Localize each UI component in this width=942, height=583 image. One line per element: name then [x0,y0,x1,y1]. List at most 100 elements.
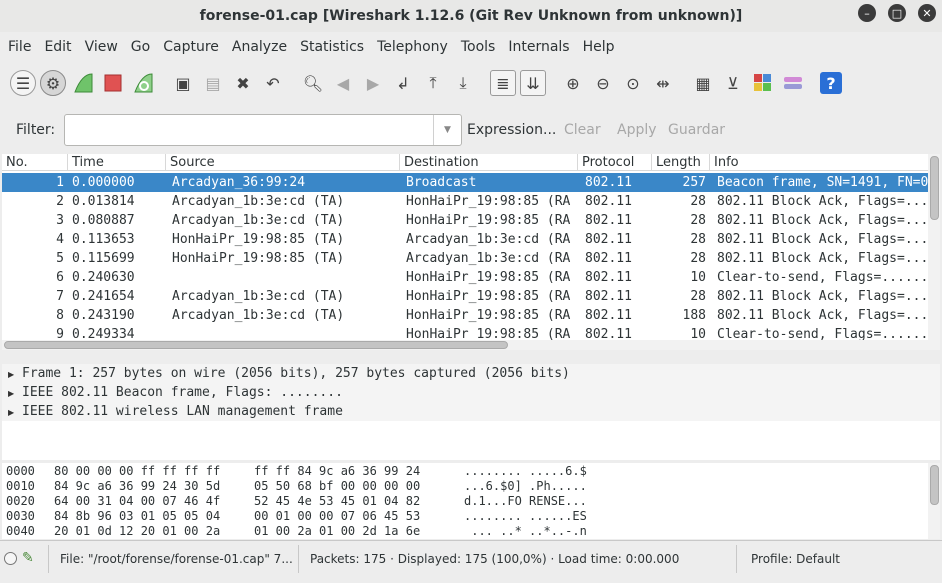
bytes-row[interactable]: 0030 84 8b 96 03 01 05 05 04 00 01 00 00 0… [2,509,940,524]
packet-row[interactable]: 8 0.243190 Arcadyan_1b:3e:cd (TA) HonHaiPr_… [2,306,930,325]
menu-internals[interactable]: Internals [508,39,569,55]
filter-combobox[interactable]: ▼ [64,114,462,146]
packet-list-hscroll[interactable] [2,340,930,350]
auto-scroll-icon[interactable]: ⇊ [520,70,546,96]
help-icon[interactable]: ? [820,72,842,94]
expression-button[interactable]: Expression... [467,122,556,138]
clear-button[interactable]: Clear [564,122,601,138]
preferences-icon[interactable] [780,70,806,96]
bytes-vscroll-thumb[interactable] [930,465,939,505]
start-capture-icon[interactable] [70,70,96,96]
go-back-icon[interactable]: ◀ [330,70,356,96]
edit-comment-icon[interactable]: ✎ [22,550,34,566]
status-bar: ✎ File: "/root/forense/forense-01.cap" 7… [0,540,942,576]
resize-columns-icon[interactable]: ⇹ [650,70,676,96]
packet-row[interactable]: 1 0.000000 Arcadyan_36:99:24 Broadcast 802.1… [2,173,930,192]
filter-bar: Filter: ▼ Expression... Clear Apply Guar… [0,112,942,148]
packet-cell-protocol: 802.11 [585,213,632,228]
menu-file[interactable]: File [8,39,31,55]
normal-size-icon[interactable]: ⊙ [620,70,646,96]
menu-telephony[interactable]: Telephony [377,39,448,55]
restart-capture-icon[interactable] [130,70,156,96]
packet-cell-source [172,268,400,287]
bytes-hex2: 05 50 68 bf 00 00 00 00 [254,479,421,493]
close-file-icon[interactable]: ✖ [230,70,256,96]
zoom-out-icon[interactable]: ⊖ [590,70,616,96]
packet-cell-info: 802.11 Block Ack, Flags=.... [717,213,930,228]
menu-go[interactable]: Go [131,39,150,55]
bytes-hex2: 52 45 4e 53 45 01 04 82 [254,494,421,508]
save-filter-button[interactable]: Guardar [668,122,725,138]
detail-row[interactable]: ▶ IEEE 802.11 wireless LAN management fra… [2,402,940,421]
expand-triangle-icon[interactable]: ▶ [8,384,22,403]
reload-icon[interactable]: ↶ [260,70,286,96]
column-time[interactable]: Time [68,154,166,171]
packet-cell-info: 802.11 Block Ack, Flags=.... [717,251,930,266]
detail-row[interactable]: ▶ Frame 1: 257 bytes on wire (2056 bits),… [2,364,940,383]
column-protocol[interactable]: Protocol [578,154,652,171]
packet-cell-protocol: 802.11 [585,270,632,285]
zoom-in-icon[interactable]: ⊕ [560,70,586,96]
expand-triangle-icon[interactable]: ▶ [8,365,22,384]
go-to-packet-icon[interactable]: ↲ [390,70,416,96]
column-no[interactable]: No. [2,154,68,171]
packet-row[interactable]: 4 0.113653 HonHaiPr_19:98:85 (TA) Arcadyan_… [2,230,930,249]
packet-details: ▶ Frame 1: 257 bytes on wire (2056 bits),… [2,364,940,460]
packet-cell-source: Arcadyan_36:99:24 [172,175,306,190]
minimize-icon[interactable]: – [858,4,876,22]
menu-edit[interactable]: Edit [44,39,71,55]
packet-row[interactable]: 7 0.241654 Arcadyan_1b:3e:cd (TA) HonHaiPr_… [2,287,930,306]
packet-row[interactable]: 2 0.013814 Arcadyan_1b:3e:cd (TA) HonHaiPr_… [2,192,930,211]
bytes-row[interactable]: 0020 64 00 31 04 00 07 46 4f 52 45 4e 53 4… [2,494,940,509]
packet-row[interactable]: 5 0.115699 HonHaiPr_19:98:85 (TA) Arcadyan_… [2,249,930,268]
detail-row[interactable]: ▶ IEEE 802.11 Beacon frame, Flags: ......… [2,383,940,402]
save-file-icon[interactable]: ▤ [200,70,226,96]
bytes-row[interactable]: 0000 80 00 00 00 ff ff ff ff ff ff 84 9c a… [2,464,940,479]
filter-input[interactable] [65,115,425,143]
bytes-row[interactable]: 0010 84 9c a6 36 99 24 30 5d 05 50 68 bf 0… [2,479,940,494]
apply-button[interactable]: Apply [617,122,657,138]
coloring-rules-icon[interactable] [750,70,776,96]
go-forward-icon[interactable]: ▶ [360,70,386,96]
packet-cell-protocol: 802.11 [585,232,632,247]
maximize-icon[interactable]: □ [888,4,906,22]
menu-capture[interactable]: Capture [163,39,219,55]
open-file-icon[interactable]: ▣ [170,70,196,96]
packet-list-vscroll[interactable] [928,154,940,350]
expand-triangle-icon[interactable]: ▶ [8,403,22,422]
bytes-hex2: 00 01 00 00 07 06 45 53 [254,509,421,523]
menu-view[interactable]: View [85,39,118,55]
expert-info-icon[interactable] [4,552,17,565]
menu-help[interactable]: Help [583,39,615,55]
interfaces-list-icon[interactable]: ☰ [10,70,36,96]
menu-analyze[interactable]: Analyze [232,39,287,55]
stop-capture-icon[interactable] [100,70,126,96]
capture-options-icon[interactable]: ⚙ [40,70,66,96]
bytes-row[interactable]: 0040 20 01 0d 12 20 01 00 2a 01 00 2a 01 0… [2,524,940,539]
chevron-down-icon[interactable]: ▼ [433,115,461,145]
packet-list-hscroll-thumb[interactable] [4,341,508,349]
bytes-ascii: ........ ......ES [464,509,587,523]
packet-row[interactable]: 3 0.080887 Arcadyan_1b:3e:cd (TA) HonHaiPr_… [2,211,930,230]
packet-cell-time: 0.241654 [72,289,135,304]
packet-row[interactable]: 6 0.240630 HonHaiPr_19:98:85 (RA 802.11 10 Cl… [2,268,930,287]
first-packet-icon[interactable]: ⤒ [420,70,446,96]
find-packet-icon[interactable]: 🔍︎ [300,70,326,96]
packet-cell-no: 6 [56,270,64,285]
menu-tools[interactable]: Tools [461,39,496,55]
menu-statistics[interactable]: Statistics [300,39,364,55]
column-destination[interactable]: Destination [400,154,578,171]
column-info[interactable]: Info [710,154,930,171]
packet-list-vscroll-thumb[interactable] [930,156,939,220]
close-icon[interactable]: ✕ [918,4,936,22]
capture-filters-icon[interactable]: ▦ [690,70,716,96]
colorize-icon[interactable]: ≣ [490,70,516,96]
column-length[interactable]: Length [652,154,710,171]
status-profile[interactable]: Profile: Default [751,552,840,566]
bytes-hex2: ff ff 84 9c a6 36 99 24 [254,464,421,478]
bytes-vscroll[interactable] [928,463,940,539]
packet-list-header: No. Time Source Destination Protocol Len… [2,154,930,171]
column-source[interactable]: Source [166,154,400,171]
display-filters-icon[interactable]: ⊻ [720,70,746,96]
last-packet-icon[interactable]: ⤓ [450,70,476,96]
